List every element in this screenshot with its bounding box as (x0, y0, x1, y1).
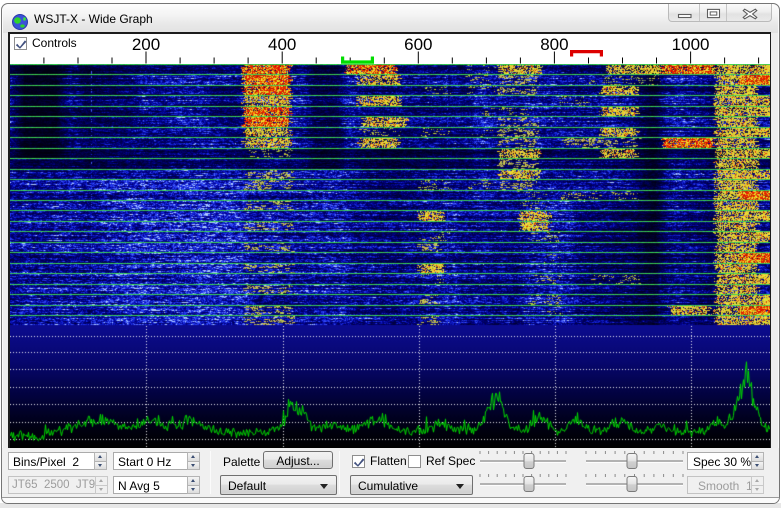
svg-text:400: 400 (268, 35, 296, 54)
svg-text:1000: 1000 (672, 35, 710, 54)
svg-text:800: 800 (540, 35, 568, 54)
svg-text:200: 200 (132, 35, 160, 54)
svg-text:600: 600 (404, 35, 432, 54)
